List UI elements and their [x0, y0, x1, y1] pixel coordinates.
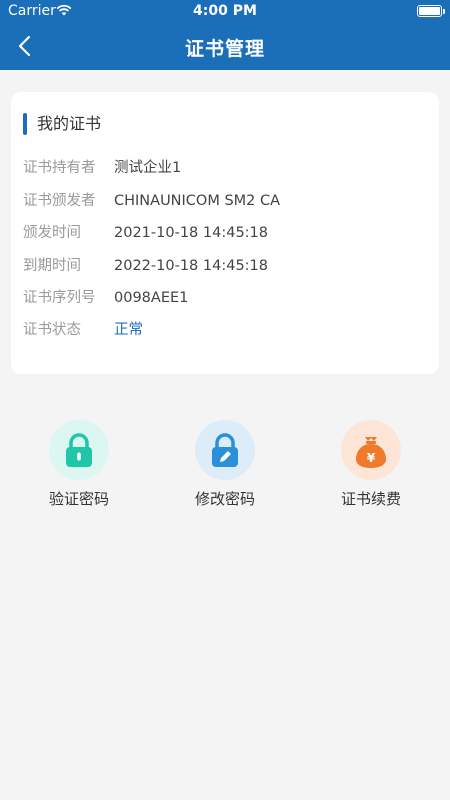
expiry-time-label: 到期时间 [23, 258, 81, 274]
issue-time-value: 2021-10-18 14:45:18 [114, 225, 268, 241]
title-accent-bar [23, 113, 27, 135]
status-label: 证书状态 [23, 322, 81, 338]
renew-certificate-label: 证书续费 [340, 490, 401, 508]
card-title: 我的证书 [37, 114, 102, 133]
clock: 4:00 PM [193, 3, 257, 19]
holder-label: 证书持有者 [23, 160, 96, 176]
expiry-time-value: 2022-10-18 14:45:18 [114, 258, 268, 274]
nav-bar: 证书管理 [0, 22, 450, 70]
status-bar: Carrier 4:00 PM [0, 0, 450, 22]
serial-label: 证书序列号 [23, 290, 96, 306]
status-badge: 正常 [114, 322, 143, 338]
change-icon-bg [195, 420, 255, 480]
renew-certificate-button[interactable]: ¥ 证书续费 [316, 420, 426, 515]
svg-text:¥: ¥ [367, 451, 376, 465]
verify-password-label: 验证密码 [48, 490, 109, 508]
change-password-button[interactable]: 修改密码 [170, 420, 280, 515]
renew-icon-bg: ¥ [341, 420, 401, 480]
issue-time-label: 颁发时间 [23, 225, 81, 241]
verify-icon-bg [49, 420, 109, 480]
verify-password-button[interactable]: 验证密码 [24, 420, 134, 515]
lock-icon [66, 433, 92, 467]
holder-value: 测试企业1 [114, 160, 182, 176]
lock-edit-icon [212, 433, 238, 467]
issuer-value: CHINAUNICOM SM2 CA [114, 193, 281, 209]
battery-icon [417, 5, 445, 17]
issuer-label: 证书颁发者 [23, 193, 96, 209]
action-grid: 验证密码 修改密码 ¥ 证书续费 [0, 420, 450, 520]
page-title: 证书管理 [184, 38, 265, 60]
change-password-label: 修改密码 [194, 490, 255, 508]
header-bar: Carrier 4:00 PM 证书管理 [0, 0, 450, 70]
serial-value: 0098AEE1 [114, 290, 189, 306]
money-bag-icon: ¥ [356, 437, 386, 468]
certificate-card: 我的证书 证书持有者 测试企业1 证书颁发者 CHINAUNICOM SM2 C… [11, 92, 439, 374]
